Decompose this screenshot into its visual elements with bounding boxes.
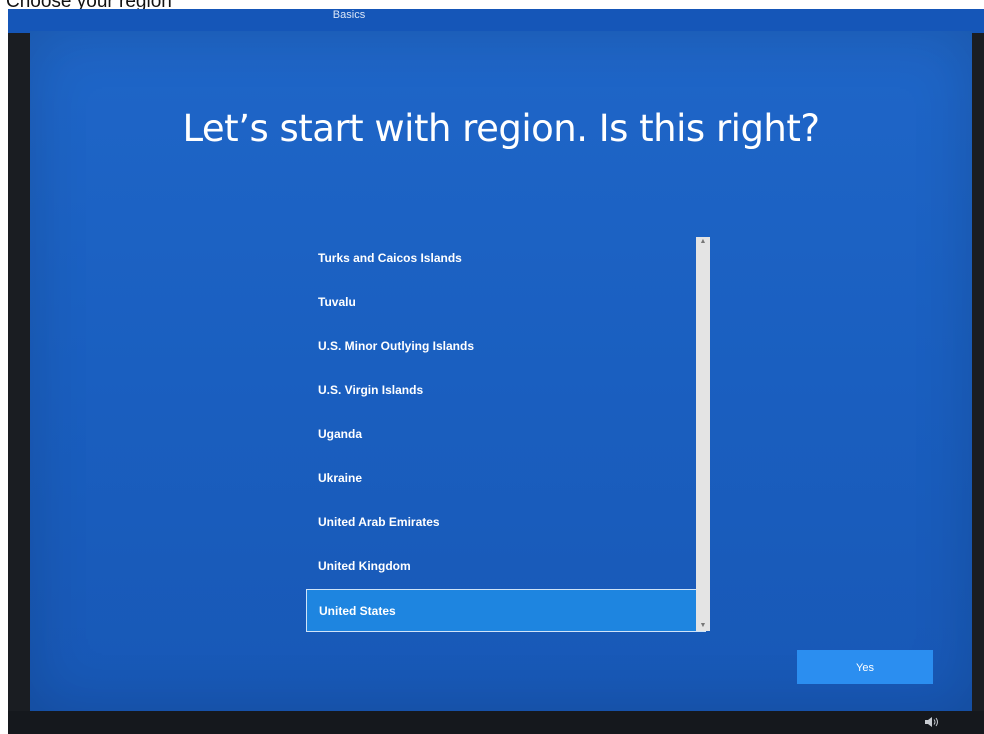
scroll-down-arrow-icon[interactable]: ▼: [696, 621, 710, 631]
region-setup-panel: Let’s start with region. Is this right? …: [30, 31, 972, 711]
list-item[interactable]: Turks and Caicos Islands: [306, 237, 706, 280]
setup-header: Basics: [8, 9, 984, 33]
list-item[interactable]: United Arab Emirates: [306, 501, 706, 544]
monitor-screen: Basics Let’s start with region. Is this …: [8, 9, 984, 734]
list-item-selected[interactable]: United States: [306, 589, 706, 632]
list-item[interactable]: U.S. Virgin Islands: [306, 369, 706, 412]
volume-icon[interactable]: [924, 715, 940, 729]
list-item[interactable]: Ukraine: [306, 457, 706, 500]
list-item[interactable]: U.S. Minor Outlying Islands: [306, 325, 706, 368]
taskbar: [8, 711, 984, 734]
scroll-up-arrow-icon[interactable]: ▲: [696, 237, 710, 247]
region-list[interactable]: Turks and Caicos Islands Tuvalu U.S. Min…: [306, 237, 712, 637]
list-item[interactable]: Uganda: [306, 413, 706, 456]
tab-basics: Basics: [332, 9, 366, 21]
page-title: Let’s start with region. Is this right?: [182, 107, 820, 150]
list-item[interactable]: United Kingdom: [306, 545, 706, 588]
list-item[interactable]: Tuvalu: [306, 281, 706, 324]
yes-button[interactable]: Yes: [797, 650, 933, 684]
region-list-scrollbar[interactable]: ▲ ▼: [696, 237, 710, 631]
